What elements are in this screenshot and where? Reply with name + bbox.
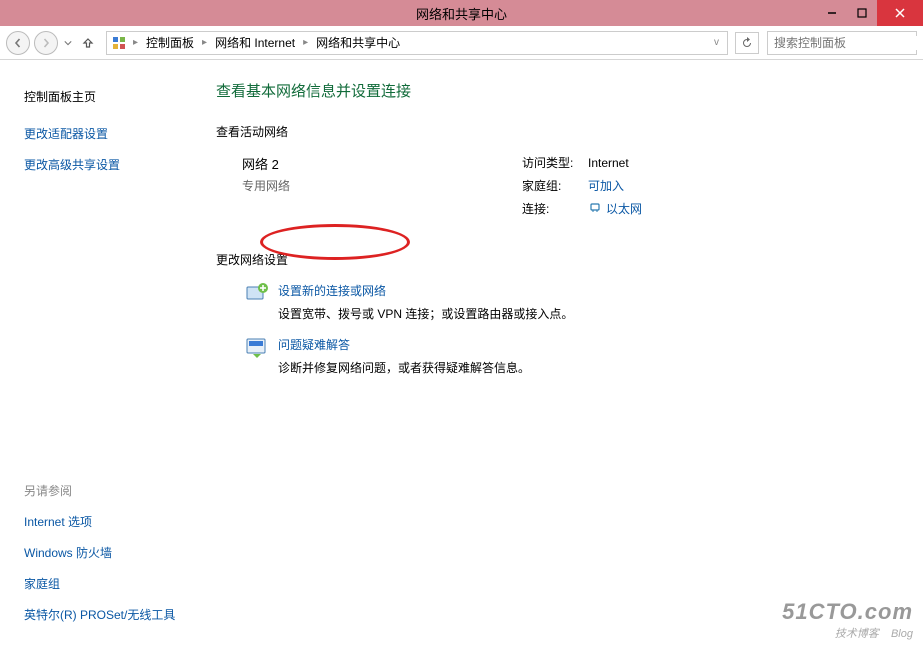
close-button[interactable] xyxy=(877,0,923,26)
see-also-homegroup[interactable]: 家庭组 xyxy=(24,575,202,592)
address-dropdown-icon[interactable]: v xyxy=(710,37,723,48)
homegroup-link[interactable]: 可加入 xyxy=(588,177,624,194)
access-type-value: Internet xyxy=(588,156,629,170)
toolbar: ▸ 控制面板 ▸ 网络和 Internet ▸ 网络和共享中心 v xyxy=(0,26,923,60)
troubleshoot-icon xyxy=(242,336,272,362)
chevron-right-icon: ▸ xyxy=(129,37,142,48)
chevron-right-icon: ▸ xyxy=(198,37,211,48)
history-dropdown[interactable] xyxy=(62,39,74,47)
chevron-right-icon: ▸ xyxy=(299,37,312,48)
setting-troubleshoot: 问题疑难解答 诊断并修复网络问题，或者获得疑难解答信息。 xyxy=(242,336,895,376)
sidebar-home[interactable]: 控制面板主页 xyxy=(24,88,202,105)
watermark: 51CTO.com 技术博客 Blog xyxy=(782,599,913,641)
new-connection-desc: 设置宽带、拨号或 VPN 连接；或设置路由器或接入点。 xyxy=(278,305,573,322)
homegroup-label: 家庭组: xyxy=(522,177,588,194)
window-controls xyxy=(817,0,923,26)
network-identity: 网络 2 专用网络 xyxy=(242,154,522,223)
connection-label: 连接: xyxy=(522,200,588,217)
connection-link[interactable]: 以太网 xyxy=(606,200,642,217)
new-connection-link[interactable]: 设置新的连接或网络 xyxy=(278,282,573,299)
network-name: 网络 2 xyxy=(242,154,522,173)
breadcrumb-2[interactable]: 网络和共享中心 xyxy=(314,34,402,51)
main-panel: 查看基本网络信息并设置连接 查看活动网络 网络 2 专用网络 访问类型: Int… xyxy=(216,60,923,651)
sidebar: 控制面板主页 更改适配器设置 更改高级共享设置 另请参阅 Internet 选项… xyxy=(0,60,216,651)
control-panel-icon xyxy=(111,35,127,51)
search-input[interactable] xyxy=(774,36,923,50)
address-bar[interactable]: ▸ 控制面板 ▸ 网络和 Internet ▸ 网络和共享中心 v xyxy=(106,31,728,55)
troubleshoot-link[interactable]: 问题疑难解答 xyxy=(278,336,530,353)
network-type: 专用网络 xyxy=(242,177,522,194)
sidebar-link-adapter[interactable]: 更改适配器设置 xyxy=(24,125,202,142)
setting-new-connection: 设置新的连接或网络 设置宽带、拨号或 VPN 连接；或设置路由器或接入点。 xyxy=(242,282,895,322)
watermark-sub2: Blog xyxy=(891,628,913,640)
see-also-firewall[interactable]: Windows 防火墙 xyxy=(24,544,202,561)
refresh-button[interactable] xyxy=(735,32,759,54)
maximize-button[interactable] xyxy=(847,0,877,26)
network-properties: 访问类型: Internet 家庭组: 可加入 连接: 以太网 xyxy=(522,154,642,223)
forward-button[interactable] xyxy=(34,31,58,55)
see-also-title: 另请参阅 xyxy=(24,482,202,499)
see-also-internet-options[interactable]: Internet 选项 xyxy=(24,513,202,530)
access-type-label: 访问类型: xyxy=(522,154,588,171)
breadcrumb-0[interactable]: 控制面板 xyxy=(144,34,196,51)
content: 控制面板主页 更改适配器设置 更改高级共享设置 另请参阅 Internet 选项… xyxy=(0,60,923,651)
active-networks-title: 查看活动网络 xyxy=(216,123,895,140)
breadcrumb-1[interactable]: 网络和 Internet xyxy=(213,34,297,51)
watermark-sub1: 技术博客 xyxy=(835,628,879,640)
up-button[interactable] xyxy=(78,33,98,53)
new-connection-icon xyxy=(242,282,272,308)
minimize-button[interactable] xyxy=(817,0,847,26)
troubleshoot-desc: 诊断并修复网络问题，或者获得疑难解答信息。 xyxy=(278,359,530,376)
titlebar: 网络和共享中心 xyxy=(0,0,923,26)
watermark-main: 51CTO.com xyxy=(782,599,913,625)
active-network: 网络 2 专用网络 访问类型: Internet 家庭组: 可加入 连接: xyxy=(242,154,895,223)
see-also-intel-proset[interactable]: 英特尔(R) PROSet/无线工具 xyxy=(24,606,202,623)
search-box[interactable] xyxy=(767,31,917,55)
change-settings-title: 更改网络设置 xyxy=(216,251,895,268)
sidebar-link-sharing[interactable]: 更改高级共享设置 xyxy=(24,156,202,173)
ethernet-icon xyxy=(588,200,602,217)
page-heading: 查看基本网络信息并设置连接 xyxy=(216,80,895,101)
back-button[interactable] xyxy=(6,31,30,55)
window-title: 网络和共享中心 xyxy=(0,4,923,23)
